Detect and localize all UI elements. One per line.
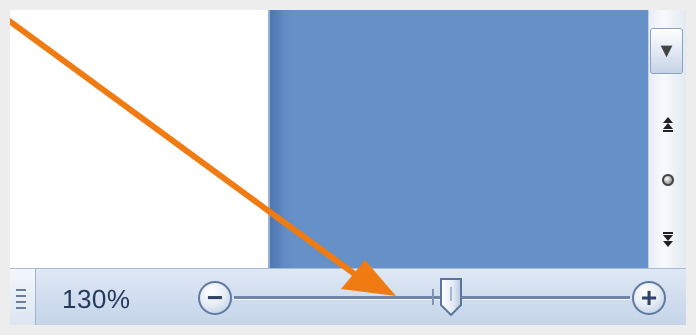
- double-up-arrow-icon: [662, 117, 673, 132]
- zoom-slider-thumb[interactable]: [438, 277, 464, 317]
- word-window-crop: ▼ 130% − +: [0, 0, 696, 335]
- zoom-in-button[interactable]: +: [632, 281, 666, 315]
- round-dot-icon: [661, 174, 674, 186]
- zoom-slider-track[interactable]: [234, 289, 630, 305]
- plus-circle-icon: +: [640, 282, 658, 313]
- document-workspace-background: [270, 10, 648, 268]
- previous-page-button[interactable]: [652, 102, 683, 146]
- scroll-down-arrow-button[interactable]: ▼: [650, 28, 683, 74]
- zoom-slider-center-tick: [432, 289, 434, 305]
- select-browse-object-button[interactable]: [652, 158, 683, 202]
- minus-circle-icon: −: [206, 282, 224, 313]
- page-shadow: [270, 10, 284, 268]
- zoom-out-button[interactable]: −: [198, 281, 232, 315]
- print-layout-view-icon[interactable]: [10, 269, 36, 329]
- triangle-down-icon: ▼: [656, 39, 677, 62]
- double-down-arrow-icon: [662, 232, 673, 247]
- status-bar: 130% − +: [10, 268, 686, 335]
- zoom-level-label[interactable]: 130%: [62, 279, 131, 319]
- document-page[interactable]: [10, 10, 270, 268]
- next-page-button[interactable]: [652, 218, 683, 262]
- vertical-scrollbar[interactable]: ▼: [648, 10, 686, 268]
